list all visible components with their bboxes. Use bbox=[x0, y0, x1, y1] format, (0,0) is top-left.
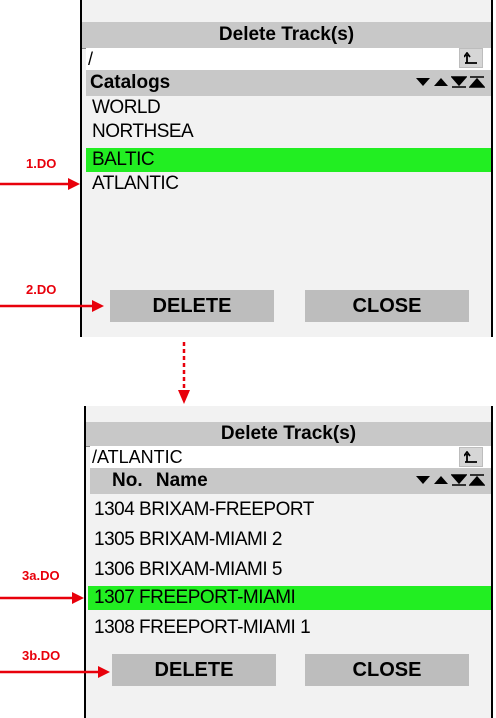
red-arrow-icon bbox=[0, 592, 84, 604]
sort-up-icon[interactable] bbox=[433, 472, 449, 488]
path-field: / bbox=[86, 48, 491, 70]
red-arrow-icon bbox=[0, 666, 110, 678]
up-folder-icon bbox=[464, 52, 477, 64]
list-item[interactable]: 1304 BRIXAM-FREEPORT bbox=[88, 498, 491, 522]
column-header-catalogs[interactable]: Catalogs bbox=[86, 70, 491, 96]
list-item[interactable]: WORLD bbox=[86, 96, 491, 120]
top-dialog: Delete Track(s) / Catalogs WORLD NORTHSE… bbox=[82, 0, 491, 337]
up-folder-icon bbox=[464, 451, 477, 463]
step-3a-label: 3a.DO bbox=[22, 568, 60, 583]
dialog-title: Delete Track(s) bbox=[82, 22, 491, 49]
sort-up-icon[interactable] bbox=[433, 74, 449, 90]
dashed-down-arrow-icon bbox=[178, 342, 190, 404]
delete-button[interactable]: DELETE bbox=[112, 654, 276, 686]
sort-bottom-icon[interactable] bbox=[451, 472, 467, 488]
sort-top-icon[interactable] bbox=[469, 472, 485, 488]
sort-controls bbox=[413, 74, 485, 92]
delete-button[interactable]: DELETE bbox=[110, 290, 274, 322]
list-item-selected[interactable]: BALTIC bbox=[86, 148, 491, 172]
column-header-name[interactable]: Name bbox=[148, 470, 208, 491]
list-item[interactable]: ATLANTIC bbox=[86, 172, 491, 196]
list-item[interactable]: 1306 BRIXAM-MIAMI 5 bbox=[88, 558, 491, 582]
bottom-dialog: Delete Track(s) /ATLANTIC No. Name 1304 … bbox=[86, 406, 491, 718]
sort-down-icon[interactable] bbox=[415, 74, 431, 90]
path-field: /ATLANTIC bbox=[90, 446, 491, 468]
top-panel-right-border bbox=[491, 0, 493, 337]
list-item[interactable]: 1305 BRIXAM-MIAMI 2 bbox=[88, 528, 491, 552]
bottom-panel-right-border bbox=[491, 406, 493, 718]
step-3b-label: 3b.DO bbox=[22, 648, 61, 663]
sort-down-icon[interactable] bbox=[415, 472, 431, 488]
column-header-no[interactable]: No. bbox=[90, 470, 143, 491]
step-1-label: 1.DO bbox=[26, 156, 57, 171]
track-list: 1304 BRIXAM-FREEPORT 1305 BRIXAM-MIAMI 2… bbox=[88, 498, 491, 658]
list-item-selected[interactable]: 1307 FREEPORT-MIAMI bbox=[88, 586, 491, 610]
list-item[interactable]: 1308 FREEPORT-MIAMI 1 bbox=[88, 616, 491, 640]
red-arrow-icon bbox=[0, 178, 80, 190]
column-header[interactable]: No. Name bbox=[90, 468, 491, 494]
close-button[interactable]: CLOSE bbox=[305, 654, 469, 686]
sort-controls bbox=[413, 472, 485, 490]
catalog-list: WORLD NORTHSEA BALTIC ATLANTIC bbox=[86, 96, 491, 286]
parent-folder-button[interactable] bbox=[459, 447, 483, 467]
red-arrow-icon bbox=[0, 300, 104, 312]
list-item[interactable]: NORTHSEA bbox=[86, 120, 491, 144]
sort-bottom-icon[interactable] bbox=[451, 74, 467, 90]
close-button[interactable]: CLOSE bbox=[305, 290, 469, 322]
column-header-label: Catalogs bbox=[90, 72, 171, 93]
step-2-label: 2.DO bbox=[26, 282, 57, 297]
dialog-title: Delete Track(s) bbox=[86, 422, 491, 447]
parent-folder-button[interactable] bbox=[459, 48, 483, 68]
sort-top-icon[interactable] bbox=[469, 74, 485, 90]
